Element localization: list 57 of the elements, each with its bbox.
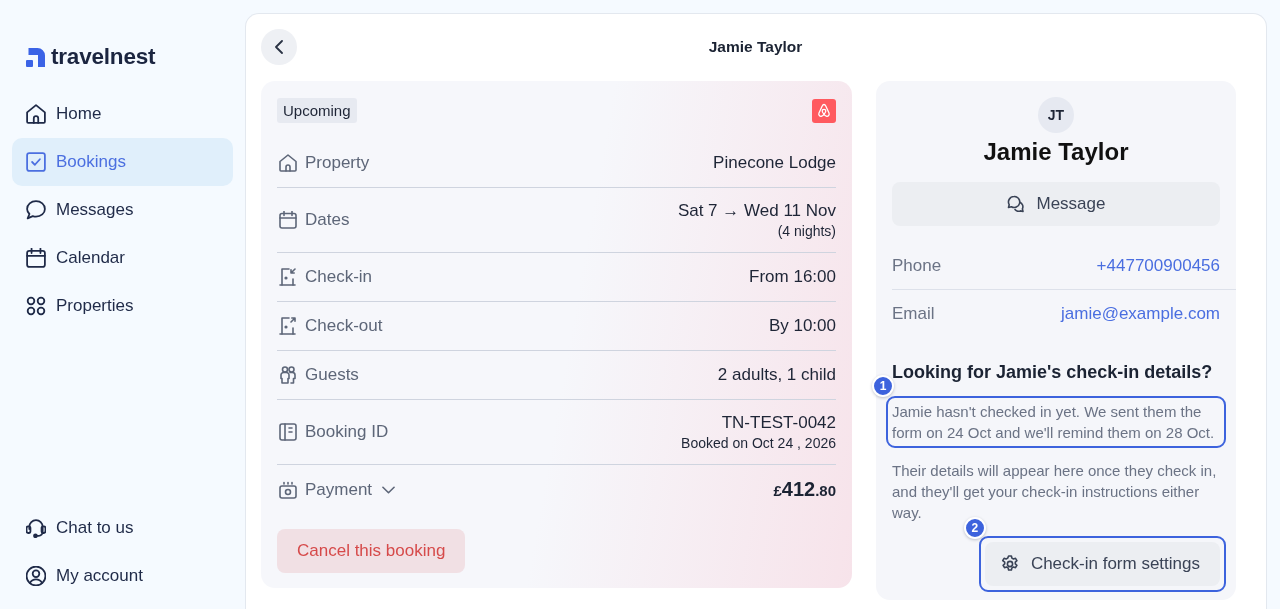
back-button[interactable] bbox=[261, 29, 297, 65]
checkin-heading: Looking for Jamie's check-in details? bbox=[892, 361, 1214, 384]
platform-logo-icon bbox=[812, 98, 836, 123]
detail-value: Sat 7 → Wed 11 Nov bbox=[677, 200, 836, 222]
avatar: JT bbox=[1038, 97, 1074, 133]
detail-note: Booked on Oct 24 , 2026 bbox=[681, 434, 836, 452]
brand-name: travelnest bbox=[51, 45, 156, 69]
detail-label: Property bbox=[305, 152, 370, 174]
logo-mark-icon bbox=[26, 47, 45, 67]
detail-label: Dates bbox=[305, 209, 350, 231]
detail-label: Check-in bbox=[305, 266, 373, 288]
home-icon bbox=[279, 154, 297, 172]
annotation-marker: 2 bbox=[963, 517, 986, 539]
home-icon bbox=[26, 104, 46, 124]
money-box-icon bbox=[279, 480, 297, 499]
nav-item[interactable]: Messages bbox=[12, 186, 233, 234]
nav-item[interactable]: Properties bbox=[12, 282, 233, 330]
headset-icon bbox=[26, 518, 46, 538]
contact-label: Email bbox=[892, 304, 935, 324]
payment-amount: £412.80 bbox=[773, 478, 836, 501]
form-settings-button[interactable]: Check-in form settings bbox=[984, 542, 1220, 586]
page-title: Jamie Taylor bbox=[708, 38, 803, 56]
detail-value: 2 adults, 1 child bbox=[717, 364, 836, 386]
detail-value: By 10:00 bbox=[768, 315, 836, 337]
nav-item[interactable]: Calendar bbox=[12, 234, 233, 282]
door-arrow-icon bbox=[279, 268, 297, 286]
payment-toggle[interactable]: Payment bbox=[305, 478, 396, 501]
checkbox-icon bbox=[26, 152, 46, 172]
nav-item[interactable]: My account bbox=[12, 552, 233, 600]
detail-value: TN-TEST-0042 bbox=[721, 412, 836, 434]
contact-link[interactable]: jamie@example.com bbox=[1061, 304, 1220, 324]
chat-bubbles-icon bbox=[1006, 195, 1025, 213]
nav-item[interactable]: Bookings bbox=[12, 138, 233, 186]
detail-label: Guests bbox=[305, 364, 359, 386]
contact-link[interactable]: +447700900456 bbox=[1096, 255, 1220, 276]
calendar-icon bbox=[26, 248, 46, 268]
message-button[interactable]: Message bbox=[892, 182, 1220, 226]
people-icon bbox=[279, 366, 297, 384]
chevron-left-icon bbox=[275, 40, 283, 54]
detail-note: (4 nights) bbox=[777, 222, 836, 240]
status-badge: Upcoming bbox=[277, 98, 357, 123]
door-arrow-icon bbox=[279, 317, 297, 335]
annotation-marker: 1 bbox=[872, 375, 894, 397]
detail-value: Pinecone Lodge bbox=[713, 152, 836, 174]
checkin-status-text: Jamie hasn't checked in yet. We sent them the form on 24 Oct and we'll remind them on 28 Oct. bbox=[892, 402, 1216, 443]
book-icon bbox=[279, 423, 297, 441]
four-circles-icon bbox=[26, 296, 46, 316]
speech-bubble-icon bbox=[26, 200, 46, 220]
detail-value: From 16:00 bbox=[749, 266, 836, 288]
nav-item[interactable]: Chat to us bbox=[12, 504, 233, 552]
contact-label: Phone bbox=[892, 255, 942, 276]
detail-label: Check-out bbox=[305, 315, 383, 337]
calendar-icon bbox=[279, 211, 297, 229]
detail-label: Booking ID bbox=[305, 421, 389, 443]
guest-name: Jamie Taylor bbox=[983, 137, 1129, 167]
settings-icon bbox=[1000, 555, 1019, 573]
nav-item[interactable]: Home bbox=[12, 90, 233, 138]
